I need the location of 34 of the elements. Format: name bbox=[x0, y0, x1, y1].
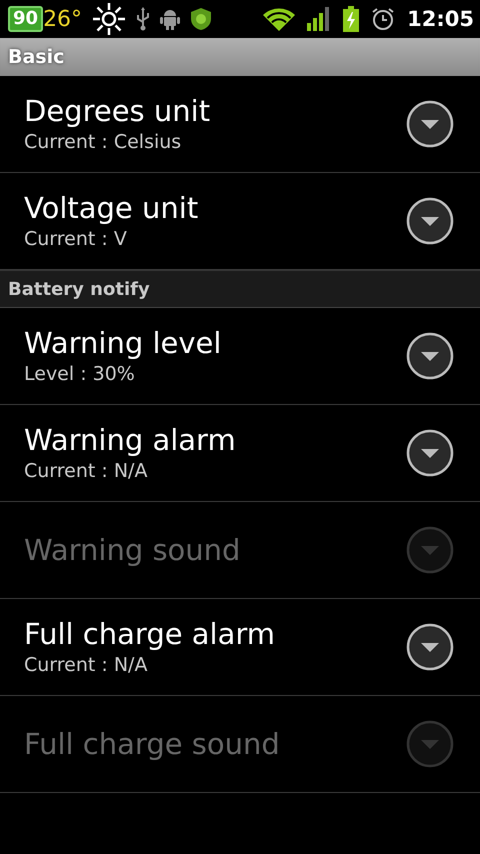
preference-title: Full charge sound bbox=[24, 726, 280, 762]
section-header: Basic bbox=[0, 38, 480, 76]
robot-icon bbox=[160, 8, 180, 30]
preference-summary: Current : N/A bbox=[24, 459, 148, 484]
preference-title: Warning sound bbox=[24, 532, 240, 568]
preference-title: Degrees unit bbox=[24, 93, 210, 129]
preference-summary: Level : 30% bbox=[24, 362, 136, 387]
preference-summary: Current : N/A bbox=[24, 653, 148, 678]
dropdown-icon[interactable] bbox=[406, 429, 454, 477]
preference-title: Voltage unit bbox=[24, 190, 198, 226]
section-header: Battery notify bbox=[0, 270, 480, 308]
preference-summary: Current : V bbox=[24, 227, 128, 252]
dropdown-icon[interactable] bbox=[406, 197, 454, 245]
dropdown-icon[interactable] bbox=[406, 100, 454, 148]
preference-title: Warning level bbox=[24, 325, 222, 361]
preference-title: Warning alarm bbox=[24, 422, 236, 458]
preference-summary: Current : Celsius bbox=[24, 130, 182, 155]
preference-item[interactable]: Full charge alarm Current : N/A bbox=[0, 599, 480, 696]
signal-icon bbox=[307, 7, 332, 31]
sun-icon bbox=[92, 2, 126, 36]
clock-time: 12:05 bbox=[407, 7, 474, 31]
alarm-clock-icon bbox=[371, 7, 396, 31]
preference-item[interactable]: Degrees unit Current : Celsius bbox=[0, 76, 480, 173]
preference-title: Full charge alarm bbox=[24, 616, 276, 652]
dropdown-icon[interactable] bbox=[406, 623, 454, 671]
usb-icon bbox=[136, 7, 150, 31]
dropdown-icon[interactable] bbox=[406, 332, 454, 380]
preference-item[interactable]: Warning alarm Current : N/A bbox=[0, 405, 480, 502]
temperature: 26° bbox=[43, 6, 82, 32]
preference-item[interactable]: Warning level Level : 30% bbox=[0, 308, 480, 405]
wifi-icon bbox=[263, 7, 296, 31]
battery-level-badge: 90 bbox=[8, 6, 44, 32]
battery-charging-icon bbox=[343, 6, 360, 32]
shield-icon bbox=[190, 7, 212, 31]
